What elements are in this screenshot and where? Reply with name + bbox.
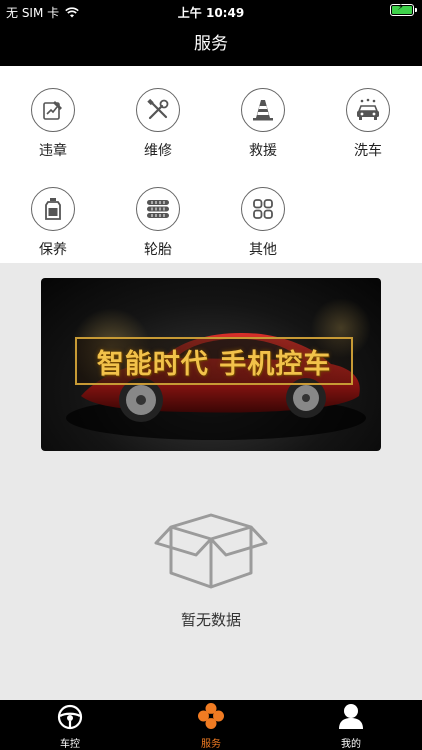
tab-service[interactable]: 服务 bbox=[161, 700, 261, 750]
service-label: 保养 bbox=[39, 242, 67, 258]
tab-mine[interactable]: 我的 bbox=[301, 700, 401, 750]
screen: 无 SIM 卡 上午 10:49 ⚡ 服务 违章 维修 救援 洗车 保养 轮胎 … bbox=[0, 0, 422, 750]
tab-vehicle-control[interactable]: 车控 bbox=[20, 700, 120, 750]
slogan-box: 智能时代 手机控车 bbox=[75, 337, 353, 385]
service-car-wash[interactable]: 洗车 bbox=[328, 88, 408, 160]
service-maintenance[interactable]: 保养 bbox=[13, 187, 93, 259]
service-tire[interactable]: 轮胎 bbox=[118, 187, 198, 259]
service-label: 救援 bbox=[249, 143, 277, 159]
tab-label: 我的 bbox=[341, 739, 361, 750]
banner-slogan: 智能时代 手机控车 bbox=[96, 348, 332, 380]
tab-bar: 车控 服务 我的 bbox=[0, 700, 422, 750]
promo-banner[interactable]: 智能时代 手机控车 bbox=[41, 278, 381, 451]
status-bar: 无 SIM 卡 上午 10:49 ⚡ bbox=[0, 0, 422, 22]
page-title: 服务 bbox=[194, 34, 228, 54]
battery-icon: ⚡ bbox=[390, 2, 417, 16]
service-label: 违章 bbox=[39, 143, 67, 159]
violation-icon bbox=[43, 101, 62, 120]
person-icon bbox=[339, 704, 363, 729]
traffic-cone-icon bbox=[253, 100, 273, 121]
empty-box-icon bbox=[154, 513, 268, 589]
service-label: 洗车 bbox=[354, 143, 382, 159]
services-grid: 违章 维修 救援 洗车 保养 轮胎 其他 bbox=[0, 66, 422, 263]
repair-tools-icon bbox=[147, 98, 169, 120]
steering-wheel-icon bbox=[57, 704, 83, 730]
service-label: 轮胎 bbox=[144, 242, 172, 258]
oil-bottle-icon bbox=[45, 198, 61, 220]
grid-icon bbox=[253, 199, 273, 219]
clock: 上午 10:49 bbox=[177, 6, 245, 20]
empty-state: 暂无数据 bbox=[0, 505, 422, 630]
car-wash-icon bbox=[357, 98, 379, 120]
tab-label: 车控 bbox=[60, 739, 80, 750]
tab-label: 服务 bbox=[201, 739, 221, 750]
tire-stack-icon bbox=[147, 200, 169, 218]
service-violation[interactable]: 违章 bbox=[13, 88, 93, 160]
empty-state-label: 暂无数据 bbox=[180, 611, 241, 629]
service-label: 其他 bbox=[249, 242, 277, 258]
nav-bar: 服务 bbox=[0, 22, 422, 66]
service-rescue[interactable]: 救援 bbox=[223, 88, 303, 160]
service-other[interactable]: 其他 bbox=[223, 187, 303, 259]
battery-indicator: ⚡ bbox=[390, 2, 417, 16]
service-repair[interactable]: 维修 bbox=[118, 88, 198, 160]
service-flower-icon bbox=[198, 703, 224, 729]
service-label: 维修 bbox=[144, 143, 172, 159]
